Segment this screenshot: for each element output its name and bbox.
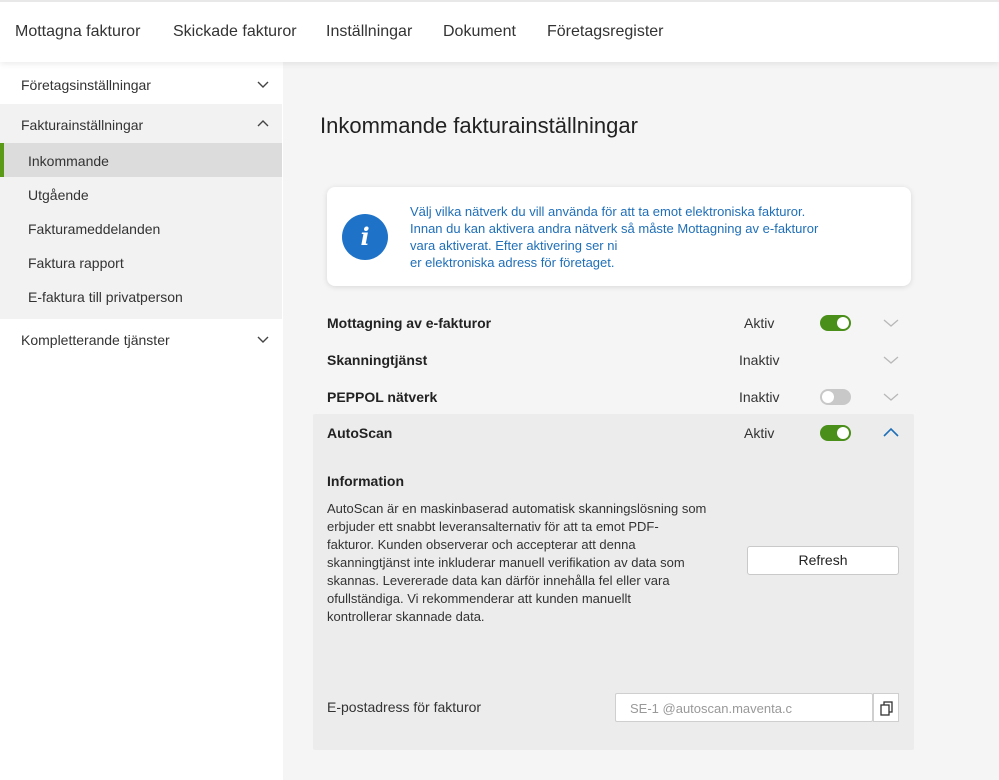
service-toggle[interactable]: [820, 389, 851, 405]
info-line: Innan du kan aktivera andra nätverk så m…: [410, 221, 819, 236]
service-status: Aktiv: [744, 425, 775, 441]
description-line: kontrollerar skannade data.: [327, 609, 485, 624]
sidebar-item-label: Inkommande: [28, 153, 109, 169]
page-title: Inkommande fakturainställningar: [320, 113, 638, 138]
sidebar-item-label: Faktura rapport: [28, 255, 124, 271]
sidebar-item-outgoing[interactable]: Utgående: [0, 177, 282, 211]
email-label: E-postadress för fakturor: [327, 699, 482, 715]
autoscan-description: AutoScan är en maskinbaserad automatisk …: [327, 500, 737, 626]
nav-documents[interactable]: Dokument: [443, 23, 516, 41]
description-line: erbjuder ett snabbt leveransalternativ f…: [327, 519, 659, 534]
service-name: Skanningtjänst: [327, 352, 428, 368]
sidebar-invoice-settings-section: Fakturainställningar Inkommande Utgående…: [0, 104, 282, 319]
sidebar-item-invoice-messages[interactable]: Fakturameddelanden: [0, 211, 282, 245]
service-row-scanning: Skanningtjänst Inaktiv: [313, 341, 914, 378]
description-line: AutoScan är en maskinbaserad automatisk …: [327, 501, 707, 516]
chevron-up-icon[interactable]: [883, 426, 899, 438]
sidebar-group-label: Företagsinställningar: [21, 77, 151, 93]
service-toggle[interactable]: [820, 315, 851, 331]
sidebar-group-label: Fakturainställningar: [21, 117, 144, 133]
sidebar-item-label: E-faktura till privatperson: [28, 289, 183, 305]
sidebar-group-complementary-services[interactable]: Kompletterande tjänster: [0, 319, 282, 359]
chevron-down-icon[interactable]: [883, 354, 899, 366]
sidebar-group-label: Kompletterande tjänster: [21, 332, 170, 348]
sidebar-item-invoice-report[interactable]: Faktura rapport: [0, 245, 282, 279]
copy-button[interactable]: [873, 693, 899, 722]
sidebar-item-einvoice-private[interactable]: E-faktura till privatperson: [0, 279, 282, 313]
chevron-down-icon: [257, 81, 269, 88]
description-line: skannas. Levererade data kan därför inne…: [327, 573, 670, 588]
chevron-up-icon: [257, 120, 269, 127]
sidebar-item-label: Utgående: [28, 187, 89, 203]
nav-sent-invoices[interactable]: Skickade fakturor: [173, 23, 297, 41]
top-navigation: Mottagna fakturor Skickade fakturor Inst…: [0, 0, 999, 62]
service-toggle[interactable]: [820, 425, 851, 441]
service-name: PEPPOL nätverk: [327, 389, 438, 405]
copy-icon: [880, 701, 893, 716]
info-box: i Välj vilka nätverk du vill använda för…: [327, 187, 911, 286]
service-status: Inaktiv: [739, 352, 780, 368]
description-line: skanningtjänst inte inkluderar manuell v…: [327, 555, 685, 570]
service-row-einvoice-reception: Mottagning av e-fakturor Aktiv: [313, 304, 914, 341]
nav-received-invoices[interactable]: Mottagna fakturor: [15, 23, 140, 41]
nav-settings[interactable]: Inställningar: [326, 23, 412, 41]
service-name: Mottagning av e-fakturor: [327, 315, 492, 331]
service-status: Inaktiv: [739, 389, 780, 405]
chevron-down-icon: [257, 336, 269, 343]
chevron-down-icon[interactable]: [883, 317, 899, 329]
refresh-button[interactable]: Refresh: [747, 546, 899, 575]
info-line: vara aktiverat. Efter aktivering ser ni: [410, 238, 618, 253]
description-line: fakturor. Kunden observerar och accepter…: [327, 537, 636, 552]
description-line: ofullständiga. Vi rekommenderar att kund…: [327, 591, 631, 606]
info-text: Välj vilka nätverk du vill använda för a…: [410, 203, 890, 271]
main-content: Inkommande fakturainställningar i Välj v…: [283, 62, 999, 780]
service-name: AutoScan: [327, 425, 393, 441]
sidebar: Företagsinställningar Fakturainställning…: [0, 62, 282, 780]
nav-company-register[interactable]: Företagsregister: [547, 23, 664, 41]
info-icon: i: [342, 214, 388, 260]
sidebar-group-company-settings[interactable]: Företagsinställningar: [0, 64, 282, 104]
chevron-down-icon[interactable]: [883, 391, 899, 403]
sidebar-item-label: Fakturameddelanden: [28, 221, 161, 237]
service-row-peppol: PEPPOL nätverk Inaktiv: [313, 378, 914, 415]
service-status: Aktiv: [744, 315, 775, 331]
email-field[interactable]: SE-1 @autoscan.maventa.c: [615, 693, 873, 722]
info-line: er elektroniska adress för företaget.: [410, 255, 615, 270]
autoscan-panel: AutoScan Aktiv Information AutoScan är e…: [313, 414, 914, 750]
sidebar-item-incoming[interactable]: Inkommande: [0, 143, 282, 177]
info-line: Välj vilka nätverk du vill använda för a…: [410, 204, 806, 219]
sidebar-group-invoice-settings[interactable]: Fakturainställningar: [0, 104, 282, 144]
information-heading: Information: [327, 473, 404, 489]
